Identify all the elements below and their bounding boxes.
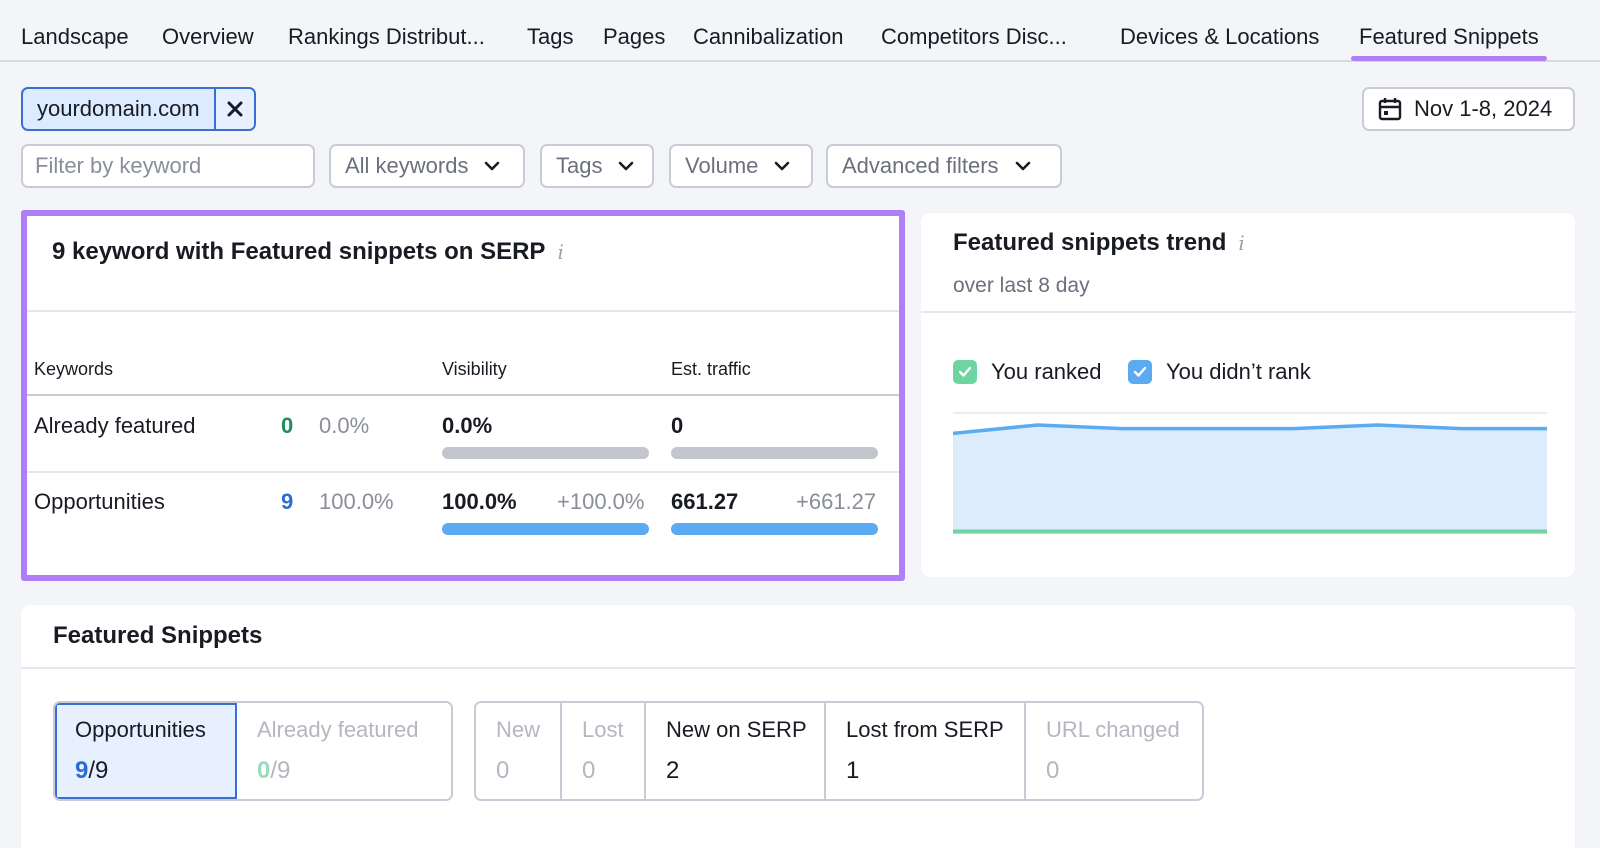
segment-label: New [496, 717, 541, 742]
report-tabs: Landscape Overview Rankings Distribut...… [0, 0, 1600, 62]
segment-value: 0 [257, 757, 271, 784]
segment-label: Lost from SERP [846, 717, 1004, 742]
keyword-filter-input[interactable] [23, 146, 313, 186]
segment-value: 2 [666, 757, 680, 784]
already-featured-traffic-bar [671, 447, 878, 459]
featured-snippets-summary-card: 9 keyword with Featured snippets on SERP… [21, 210, 905, 581]
legend-you-didnt-rank[interactable]: You didn’t rank [1128, 359, 1311, 385]
snippets-title: Featured Snippets [53, 622, 263, 649]
segment-value: 0 [496, 757, 510, 784]
header-keywords: Keywords [34, 359, 114, 379]
featured-snippets-card: Featured Snippets Opportunities 9/9 Alre… [21, 605, 1575, 848]
divider [27, 394, 899, 396]
advanced-filters-dropdown[interactable]: Advanced filters [826, 144, 1062, 188]
already-featured-percent: 0.0% [319, 413, 370, 438]
tab-cannibalization[interactable]: Cannibalization [693, 24, 843, 50]
opportunities-visibility: 100.0% [442, 489, 517, 514]
series-area-you-didnt-rank [953, 425, 1547, 533]
volume-dropdown[interactable]: Volume [669, 144, 813, 188]
chevron-down-icon [485, 161, 500, 171]
tab-pages[interactable]: Pages [603, 24, 665, 50]
segment-value: 0 [582, 757, 596, 784]
date-range-label: Nov 1-8, 2024 [1414, 96, 1553, 121]
volume-label: Volume [685, 153, 759, 178]
segment-label: URL changed [1046, 717, 1180, 742]
tab-tags[interactable]: Tags [527, 24, 573, 50]
divider [921, 311, 1575, 313]
tab-featured-snippets[interactable]: Featured Snippets [1351, 24, 1547, 61]
tab-devices-locations[interactable]: Devices & Locations [1120, 24, 1319, 50]
segment-label: New on SERP [666, 717, 807, 742]
row-label-opportunities: Opportunities [34, 489, 165, 514]
segment-lost-from-serp[interactable]: Lost from SERP 1 [826, 703, 1026, 799]
segment-value: 0 [1046, 757, 1060, 784]
already-featured-traffic: 0 [671, 413, 684, 438]
trend-subtitle: over last 8 day [953, 274, 1090, 297]
opportunities-traffic-bar [671, 523, 878, 535]
segment-value: 1 [846, 757, 860, 784]
close-icon [227, 101, 243, 117]
info-icon[interactable]: i [1238, 231, 1244, 255]
opportunities-traffic-delta: +661.27 [796, 489, 877, 514]
tab-overview[interactable]: Overview [162, 24, 254, 50]
divider [27, 310, 899, 312]
tags-label: Tags [556, 153, 603, 178]
already-featured-visibility-bar [442, 447, 649, 459]
segment-total: /9 [88, 757, 109, 784]
calendar-icon [1378, 98, 1402, 121]
all-keywords-label: All keywords [345, 153, 469, 178]
all-keywords-dropdown[interactable]: All keywords [329, 144, 525, 188]
checkbox-checked-icon [1128, 360, 1152, 384]
segment-value: 9 [75, 757, 89, 784]
already-featured-count[interactable]: 0 [281, 413, 293, 439]
chevron-down-icon [1015, 161, 1030, 171]
segment-label: Already featured [257, 717, 419, 742]
segment-opportunities[interactable]: Opportunities 9/9 [55, 703, 237, 799]
opportunities-percent: 100.0% [319, 489, 394, 514]
status-segment-group: Opportunities 9/9 Already featured 0/9 [53, 701, 453, 801]
info-icon[interactable]: i [557, 240, 563, 264]
checkbox-checked-icon [953, 360, 977, 384]
segment-label: Lost [582, 717, 624, 742]
tab-landscape[interactable]: Landscape [21, 24, 129, 50]
opportunities-count[interactable]: 9 [281, 489, 293, 515]
tags-dropdown[interactable]: Tags [540, 144, 654, 188]
domain-chip-label: yourdomain.com [23, 89, 216, 129]
chevron-down-icon [619, 161, 634, 171]
legend-label: You ranked [991, 359, 1102, 384]
change-segment-group: New 0 Lost 0 New on SERP 2 Lost from SER… [474, 701, 1204, 801]
trend-title: Featured snippets trend i [953, 229, 1245, 256]
segment-total: /9 [270, 757, 291, 784]
segment-url-changed[interactable]: URL changed 0 [1026, 703, 1202, 799]
already-featured-visibility: 0.0% [442, 413, 493, 438]
legend-label: You didn’t rank [1166, 359, 1311, 384]
segment-already-featured[interactable]: Already featured 0/9 [237, 703, 451, 799]
segment-new[interactable]: New 0 [476, 703, 562, 799]
keyword-filter [21, 144, 315, 188]
legend-you-ranked[interactable]: You ranked [953, 359, 1102, 385]
featured-snippets-trend-card: Featured snippets trend i over last 8 day… [921, 213, 1575, 577]
chevron-down-icon [775, 161, 790, 171]
divider [21, 667, 1575, 669]
segment-new-on-serp[interactable]: New on SERP 2 [646, 703, 826, 799]
segment-lost[interactable]: Lost 0 [562, 703, 646, 799]
divider [27, 471, 899, 473]
domain-chip-remove-button[interactable] [215, 89, 254, 129]
tab-competitors-discovery[interactable]: Competitors Disc... [881, 24, 1067, 50]
domain-chip: yourdomain.com [21, 87, 256, 131]
date-range-button[interactable]: Nov 1-8, 2024 [1362, 87, 1575, 131]
tab-rankings-distribution[interactable]: Rankings Distribut... [288, 24, 485, 50]
header-est-traffic: Est. traffic [671, 359, 751, 379]
opportunities-visibility-delta: +100.0% [557, 489, 645, 514]
opportunities-traffic: 661.27 [671, 489, 739, 514]
segment-label: Opportunities [75, 717, 206, 742]
trend-chart [953, 412, 1547, 534]
row-label-already-featured: Already featured [34, 413, 196, 438]
opportunities-visibility-bar [442, 523, 649, 535]
advanced-filters-label: Advanced filters [842, 153, 999, 178]
header-visibility: Visibility [442, 359, 507, 379]
summary-title: 9 keyword with Featured snippets on SERP… [52, 238, 564, 265]
